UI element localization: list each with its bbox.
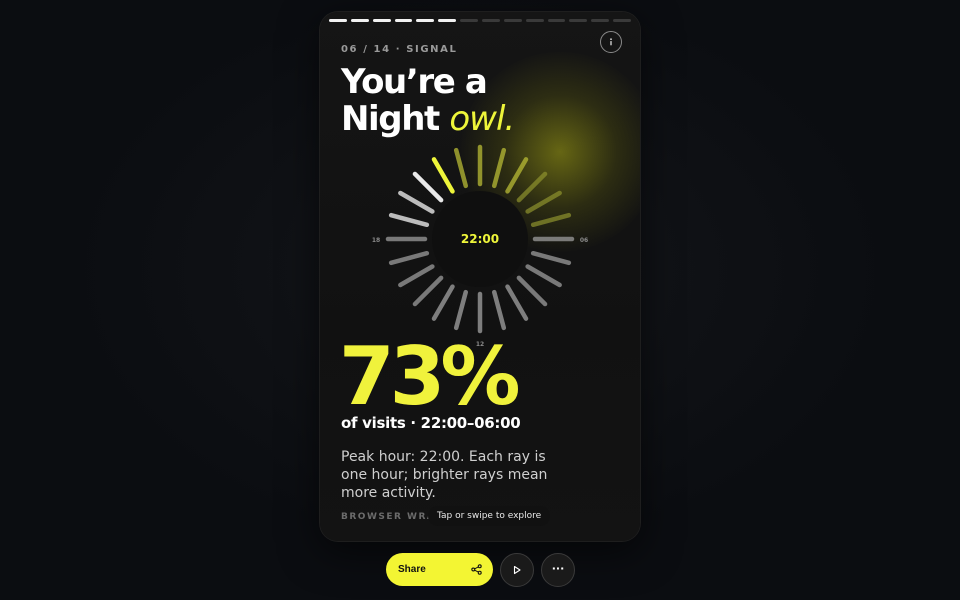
stat-description: Peak hour: 22:00. Each ray is one hour; … [341, 449, 548, 501]
info-icon [610, 38, 612, 46]
hour-ray [412, 171, 444, 203]
hour-ray [431, 284, 455, 321]
hour-ray [505, 157, 529, 194]
progress-segment [503, 19, 522, 22]
hour-ray [431, 157, 455, 194]
progress-segment [482, 19, 500, 22]
hour-dial[interactable]: 22:00 18 06 12 [360, 124, 600, 354]
info-button[interactable] [600, 31, 622, 53]
play-icon [513, 565, 521, 575]
hour-ray [388, 250, 430, 266]
progress-segment [372, 19, 391, 22]
hour-ray [453, 289, 469, 331]
progress-segment [591, 19, 610, 22]
hour-ray [453, 147, 469, 189]
story-progress [329, 19, 632, 22]
hour-ray [491, 147, 507, 189]
progress-segment [329, 19, 347, 22]
more-button[interactable]: ··· [541, 553, 575, 587]
progress-segment [525, 19, 544, 22]
stat-range: of visits · 22:00–06:00 [341, 414, 521, 432]
hour-ray [491, 289, 507, 331]
dial-tick-06: 06 [580, 237, 588, 244]
hour-ray [398, 190, 435, 214]
hour-ray [398, 264, 435, 288]
hour-ray [516, 275, 548, 307]
progress-segment [438, 19, 457, 22]
hour-dial-chart: 22:00 18 06 12 [372, 144, 588, 348]
hour-ray [516, 171, 548, 203]
share-label: Share [398, 564, 426, 575]
stat-percentage: 73% [339, 330, 520, 423]
dial-center-label: 22:00 [461, 232, 499, 246]
progress-segment [569, 19, 588, 22]
progress-segment [416, 19, 435, 22]
dial-tick-18: 18 [372, 237, 380, 244]
hour-ray [505, 284, 529, 321]
progress-segment [350, 19, 369, 22]
hour-ray [412, 275, 444, 307]
progress-segment [460, 19, 479, 22]
progress-segment [613, 19, 632, 22]
progress-segment [547, 19, 566, 22]
story-card[interactable]: 06 / 14 · SIGNAL You’re a Night owl. 22:… [320, 12, 640, 541]
action-bar: Share ··· [386, 553, 575, 587]
hour-ray [525, 264, 562, 288]
more-icon: ··· [551, 561, 565, 575]
hour-ray [530, 250, 572, 266]
progress-segment [394, 19, 413, 22]
play-button[interactable] [500, 553, 534, 587]
tap-hint-tooltip: Tap or swipe to explore [428, 506, 551, 526]
story-kicker: 06 / 14 · SIGNAL [341, 44, 458, 55]
hour-ray [388, 212, 430, 228]
share-icon [471, 564, 482, 575]
hour-ray [525, 190, 562, 214]
share-button[interactable]: Share [386, 553, 493, 586]
title-line-1: You’re a [341, 62, 488, 102]
hour-ray [530, 212, 572, 228]
